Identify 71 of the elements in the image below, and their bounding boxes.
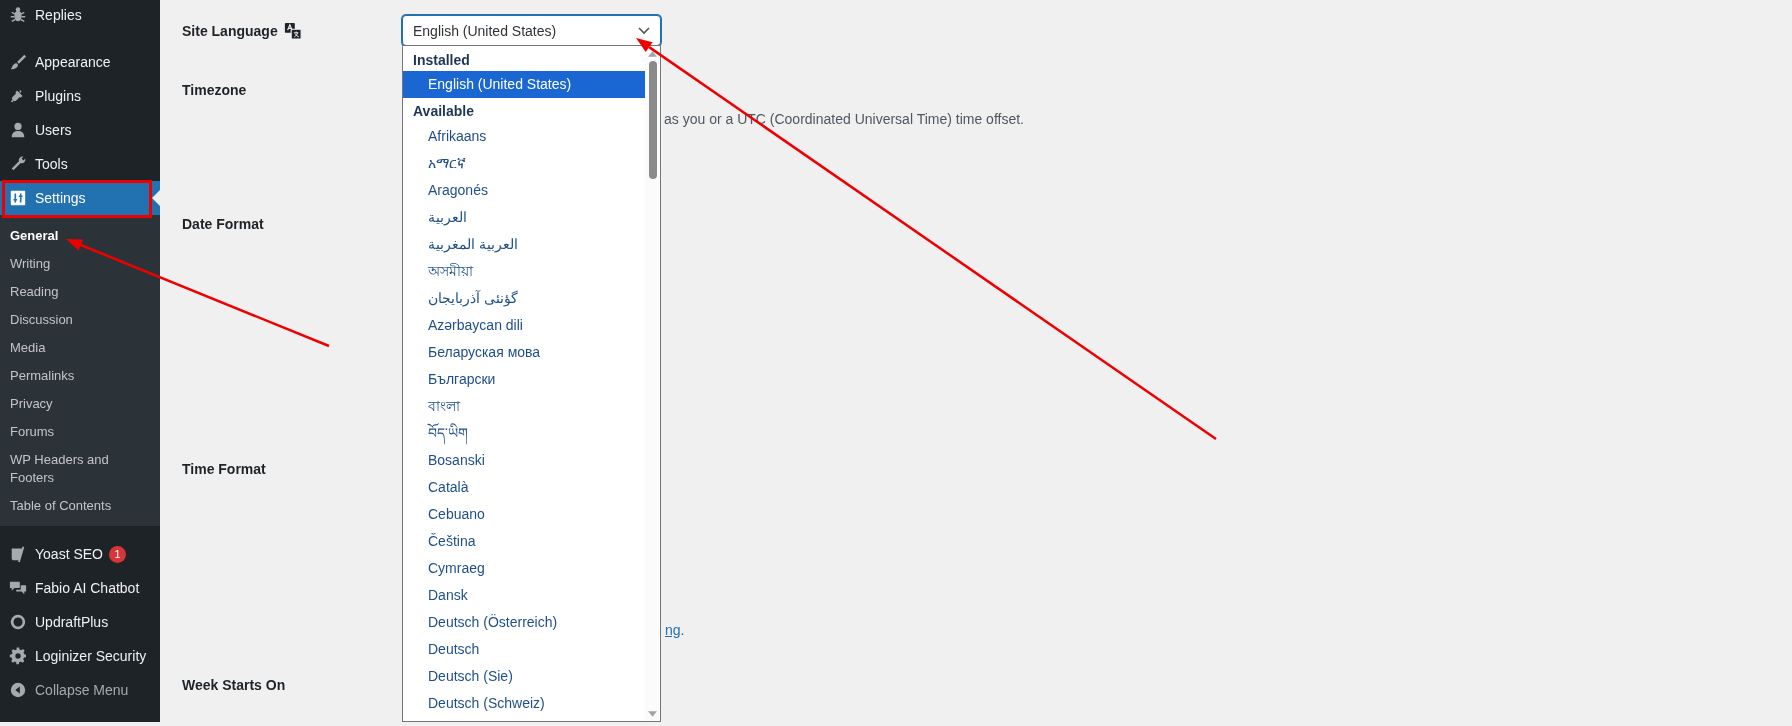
submenu-item[interactable]: Forums	[0, 418, 160, 446]
dropdown-option[interactable]: বাংলা	[403, 393, 645, 420]
field-label: Time Format	[182, 460, 266, 479]
dropdown-option[interactable]: Bosanski	[403, 447, 645, 474]
field-label: Site Language	[182, 22, 278, 41]
collapse-icon	[9, 681, 27, 699]
submenu-item[interactable]: Writing	[0, 250, 160, 278]
submenu-item[interactable]: Privacy	[0, 390, 160, 418]
dropdown-option[interactable]: Български	[403, 366, 645, 393]
dropdown-option[interactable]: English (United States)	[403, 71, 645, 98]
dropdown-option[interactable]: བོད་ཡིག	[403, 420, 645, 447]
submenu-item[interactable]: Media	[0, 334, 160, 362]
translation-icon	[283, 22, 302, 40]
menu-item[interactable]: UpdraftPlus	[0, 605, 160, 639]
gear-icon	[9, 647, 27, 665]
dropdown-option[interactable]: አማርኛ	[403, 150, 645, 177]
bug-icon	[9, 6, 27, 24]
ring-icon	[9, 613, 27, 631]
dropdown-option[interactable]: Deutsch (Sie)	[403, 663, 645, 690]
option-group-label: Available	[412, 102, 475, 121]
dropdown-option[interactable]: Deutsch (Österreich)	[403, 609, 645, 636]
menu-item[interactable]: Appearance	[0, 45, 160, 79]
dropdown-option[interactable]: Cebuano	[403, 501, 645, 528]
menu-item[interactable]: Yoast SEO 1	[0, 537, 160, 571]
dropdown-option[interactable]: العربية المغربية	[403, 231, 645, 258]
menu-item[interactable]: Users	[0, 113, 160, 147]
dropdown-option[interactable]: Azərbaycan dili	[403, 312, 645, 339]
dropdown-option[interactable]: Čeština	[403, 528, 645, 555]
menu-item[interactable]: Loginizer Security	[0, 639, 160, 673]
brush-icon	[9, 53, 27, 71]
menu-item[interactable]: Fabio AI Chatbot	[0, 571, 160, 605]
submenu-item[interactable]: General	[0, 222, 160, 250]
collapse-menu-button[interactable]: Collapse Menu	[0, 673, 160, 707]
submenu-item[interactable]: Discussion	[0, 306, 160, 334]
menu-item[interactable]: Plugins	[0, 79, 160, 113]
dropdown-option[interactable]: Deutsch (Schweiz)	[403, 690, 645, 717]
dropdown-option[interactable]: Deutsch	[403, 636, 645, 663]
dropdown-option[interactable]: অসমীয়া	[403, 258, 645, 285]
user-icon	[9, 121, 27, 139]
dropdown-option[interactable]: Cymraeg	[403, 555, 645, 582]
current-pointer	[152, 190, 160, 206]
scroll-down-icon[interactable]	[648, 711, 657, 717]
dropdown-option[interactable]: Беларуская мова	[403, 339, 645, 366]
submenu-item[interactable]: WP Headers and Footers	[0, 446, 160, 492]
wrench-icon	[9, 155, 27, 173]
submenu-item[interactable]: Table of Contents	[0, 492, 160, 520]
scrollbar[interactable]	[645, 46, 660, 721]
notification-badge: 1	[109, 545, 126, 563]
menu-item[interactable]: Tools	[0, 147, 160, 181]
description-text: ng.	[665, 622, 685, 638]
menu-item[interactable]: Settings	[0, 181, 160, 215]
chevron-down-icon	[638, 26, 650, 35]
dropdown-option[interactable]: Aragonés	[403, 177, 645, 204]
dropdown-option[interactable]: گؤنئی آذربایجان	[403, 285, 645, 312]
field-label: Timezone	[182, 81, 247, 100]
menu-item[interactable]: Replies	[0, 0, 160, 30]
dropdown-option[interactable]: Dansk	[403, 582, 645, 609]
option-group-label: Installed	[412, 51, 471, 70]
logo-icon	[9, 545, 27, 563]
submenu-item[interactable]: Reading	[0, 278, 160, 306]
dropdown-option[interactable]: العربية	[403, 204, 645, 231]
dropdown-option[interactable]: Català	[403, 474, 645, 501]
field-label: Date Format	[182, 215, 264, 234]
field-label: Week Starts On	[182, 676, 286, 695]
scrollbar-thumb[interactable]	[648, 61, 657, 179]
text-link[interactable]: ng	[665, 622, 681, 638]
sliders-icon	[9, 189, 27, 207]
scroll-up-icon[interactable]	[648, 51, 657, 57]
language-select[interactable]: English (United States)	[402, 15, 661, 46]
dropdown-option[interactable]: Afrikaans	[403, 123, 645, 150]
submenu-item[interactable]: Permalinks	[0, 362, 160, 390]
